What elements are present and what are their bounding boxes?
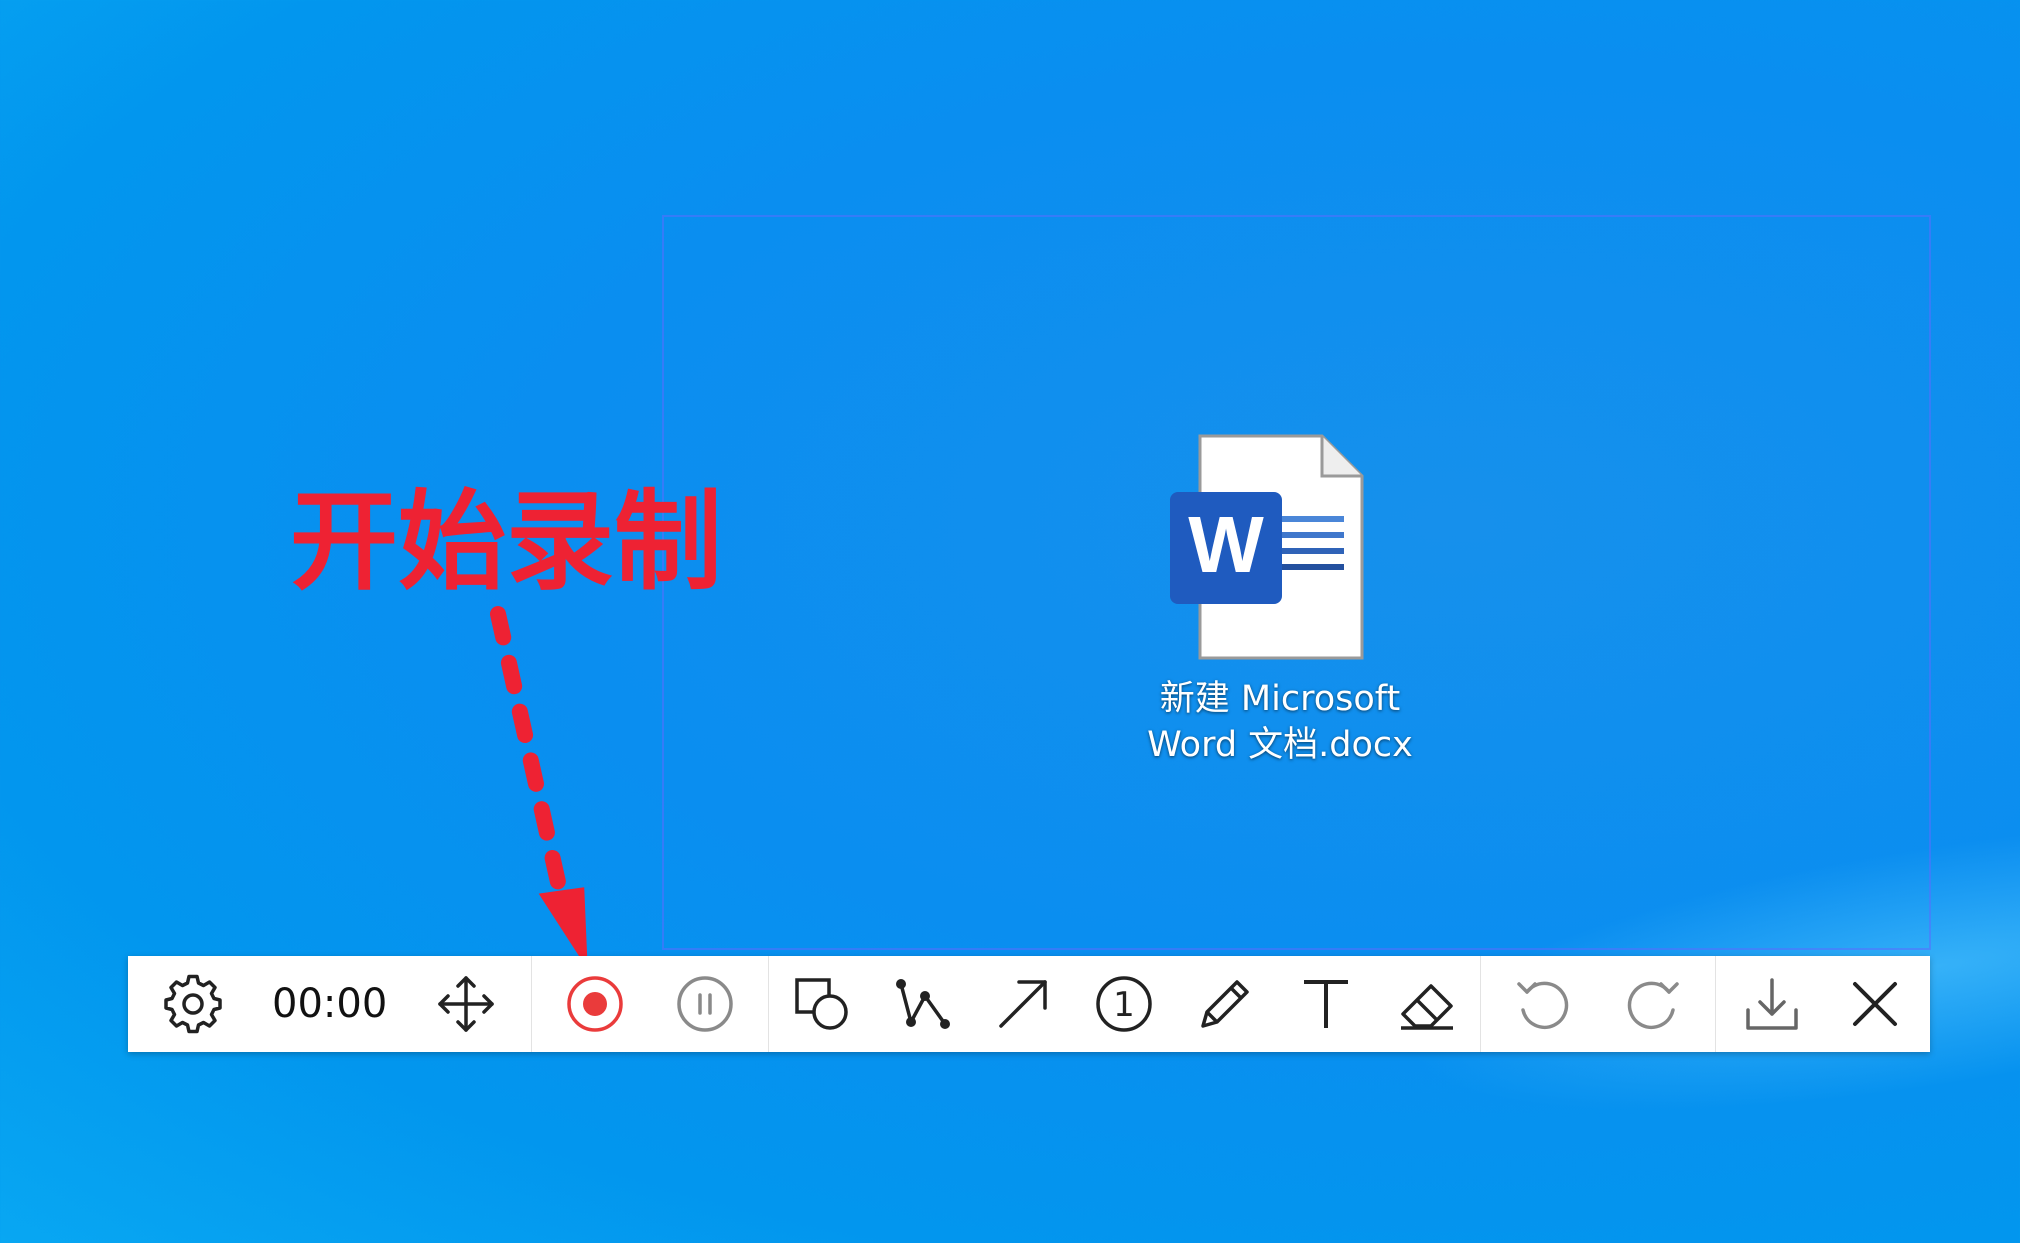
record-icon <box>567 976 623 1032</box>
close-icon <box>1852 982 1897 1026</box>
text-tool-icon <box>1304 980 1349 1028</box>
toolbar-group-history <box>1481 956 1715 1052</box>
redo-icon <box>1628 981 1680 1030</box>
record-button[interactable] <box>547 956 643 1052</box>
download-button[interactable] <box>1724 956 1820 1052</box>
pencil-tool-button[interactable] <box>1177 956 1273 1052</box>
arrow-tool-button[interactable] <box>975 956 1071 1052</box>
close-button[interactable] <box>1827 956 1923 1052</box>
eraser-icon <box>1401 984 1454 1030</box>
recorder-toolbar: 00:00 1 <box>128 956 1930 1052</box>
undo-icon <box>1517 981 1569 1030</box>
desktop-file-label[interactable]: 新建 Microsoft Word 文档.docx <box>1090 676 1470 768</box>
recording-timer: 00:00 <box>272 981 388 1027</box>
polyline-tool-icon <box>895 979 950 1029</box>
pencil-icon <box>1201 980 1250 1028</box>
toolbar-group-record <box>532 956 767 1052</box>
shape-tool-button[interactable] <box>774 956 870 1052</box>
file-name-line1: 新建 Microsoft <box>1159 679 1401 719</box>
number-marker-icon: 1 <box>1096 976 1153 1032</box>
download-icon <box>1745 978 1798 1030</box>
gear-icon <box>164 974 222 1034</box>
pause-icon <box>677 976 734 1032</box>
number-marker-button[interactable]: 1 <box>1076 956 1172 1052</box>
number-marker-label: 1 <box>1114 985 1136 1025</box>
eraser-tool-button[interactable] <box>1379 956 1475 1052</box>
desktop-file-word[interactable]: W <box>1162 432 1382 682</box>
move-button[interactable] <box>418 956 514 1052</box>
polyline-tool-button[interactable] <box>875 956 971 1052</box>
toolbar-group-control: 00:00 <box>128 956 531 1052</box>
settings-button[interactable] <box>145 956 241 1052</box>
toolbar-group-draw: 1 <box>769 956 1480 1052</box>
pause-button[interactable] <box>657 956 753 1052</box>
redo-button[interactable] <box>1605 956 1701 1052</box>
desktop-background: W 新建 Microsoft Word 文档.docx 开始录制 <box>0 0 2020 1243</box>
shape-tool-icon <box>794 978 848 1030</box>
arrow-tool-icon <box>999 980 1048 1028</box>
move-arrows-icon <box>438 976 494 1032</box>
annotation-text: 开始录制 <box>290 480 723 605</box>
toolbar-group-output <box>1716 956 1930 1052</box>
file-name-line2: Word 文档.docx <box>1147 725 1413 765</box>
undo-button[interactable] <box>1495 956 1591 1052</box>
annotation-dashed-arrow-icon <box>490 606 588 970</box>
word-badge-letter: W <box>1188 500 1264 589</box>
text-tool-button[interactable] <box>1278 956 1374 1052</box>
word-document-icon: W <box>1170 434 1364 660</box>
